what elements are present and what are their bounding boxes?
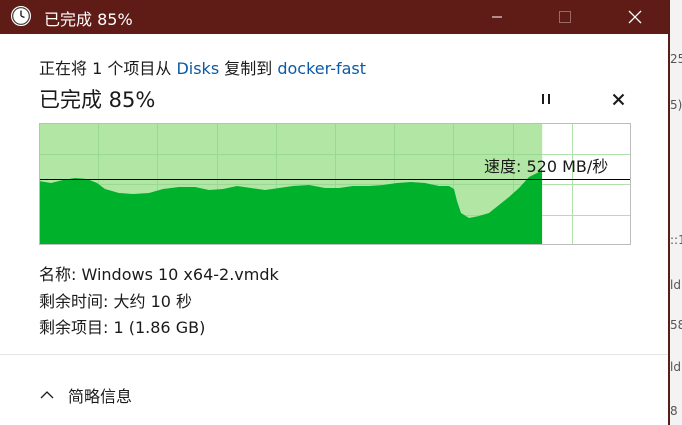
progress-title: 已完成 85% [39,88,156,112]
copy-middle: 复制到 [224,59,273,78]
bg-fragment: 25 [670,52,682,66]
bg-fragment: ::1 [670,233,682,247]
bg-fragment: ld [670,278,681,292]
pause-icon [542,94,550,104]
minimize-icon [492,16,502,18]
pause-button[interactable] [532,86,560,112]
speed-label: 速度: 520 MB/秒 [484,157,609,176]
clock-icon [11,6,31,26]
chevron-up-icon [40,391,54,399]
bg-fragment: 8 [670,404,678,418]
minimize-button[interactable] [474,0,520,34]
bg-fragment: 58 [670,318,682,332]
destination-link[interactable]: docker-fast [277,59,366,78]
close-button[interactable] [612,0,658,34]
copy-description: 正在将 1 个项目从 Disks 复制到 docker-fast [39,55,366,79]
bg-fragment: 5) [670,98,682,112]
source-link[interactable]: Disks [176,59,219,78]
close-icon [628,10,642,24]
close-icon [612,93,624,105]
less-info-toggle[interactable]: 简略信息 [40,382,132,408]
background-window-edge: 25 5) ::1 ld 58 ld 8 [670,0,682,425]
window-title: 已完成 85% [44,10,133,29]
items-remaining: 剩余项目: 1 (1.86 GB) [39,318,206,337]
transfer-details: 名称: Windows 10 x64-2.vmdk 剩余时间: 大约 10 秒 … [39,262,279,342]
file-name: 名称: Windows 10 x64-2.vmdk [39,265,279,284]
less-info-label: 简略信息 [68,387,133,406]
maximize-button[interactable] [542,0,588,34]
maximize-icon [559,11,571,23]
time-remaining: 剩余时间: 大约 10 秒 [39,291,193,311]
title-bar[interactable]: 已完成 85% [0,0,668,34]
transfer-speed-graph [39,123,631,245]
copy-progress-dialog: 已完成 85% 正在将 1 个项目从 Disks 复制到 docker-fast… [0,0,670,425]
copy-prefix: 正在将 1 个项目从 [39,59,172,78]
cancel-button[interactable] [604,86,632,112]
bg-fragment: ld [670,360,681,374]
